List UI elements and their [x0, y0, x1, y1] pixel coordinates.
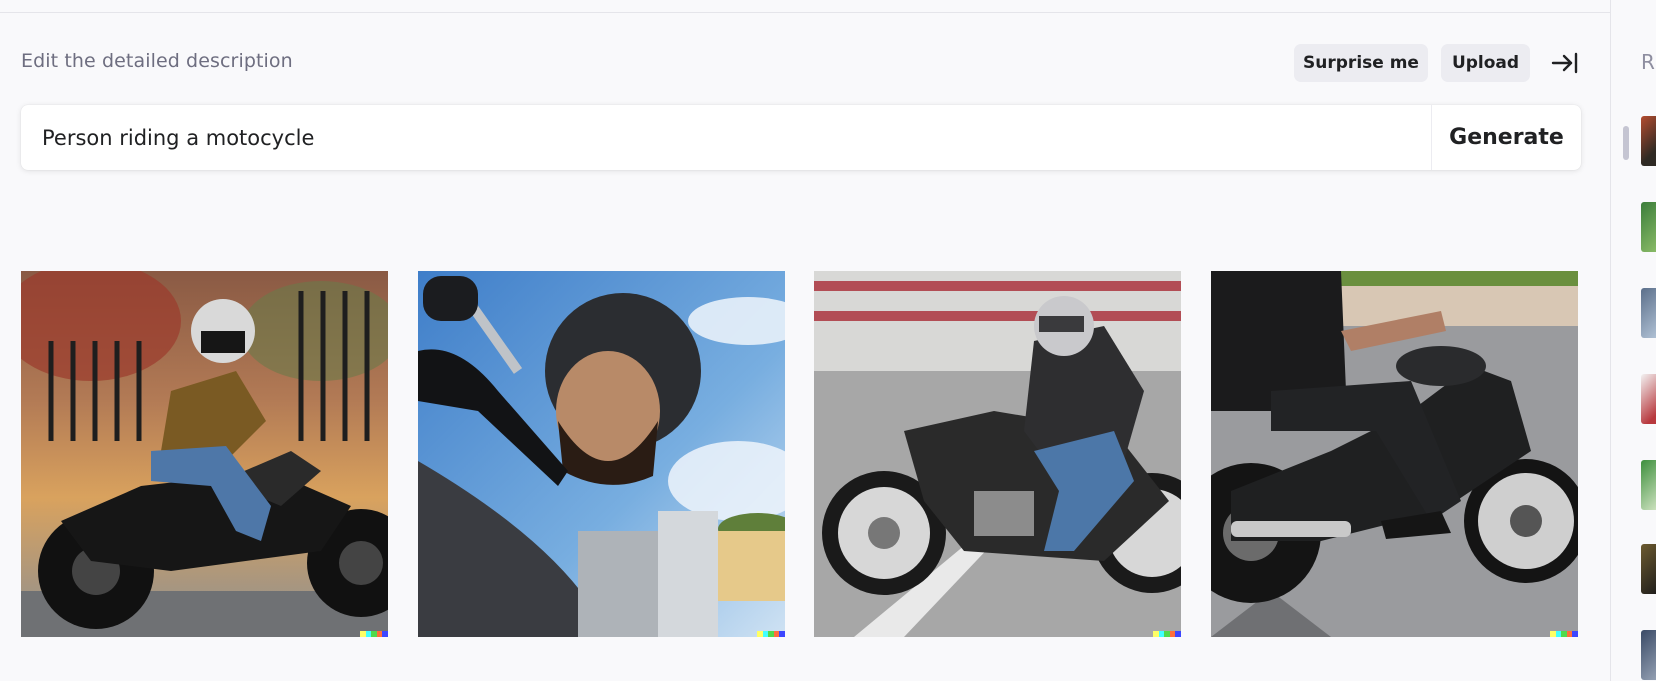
- surprise-me-button[interactable]: Surprise me: [1294, 44, 1428, 82]
- sidebar-scrollbar[interactable]: [1623, 126, 1629, 160]
- collapse-right-icon[interactable]: [1549, 50, 1581, 76]
- result-image-3-art: [814, 271, 1181, 637]
- signature-mark: [1550, 631, 1578, 637]
- history-thumbnail[interactable]: [1641, 374, 1656, 424]
- history-thumbnail[interactable]: [1641, 288, 1656, 338]
- main-panel: Edit the detailed description Surprise m…: [0, 0, 1610, 681]
- result-image-2-art: [418, 271, 785, 637]
- description-label: Edit the detailed description: [21, 50, 293, 72]
- result-image-3[interactable]: [814, 271, 1181, 637]
- result-image-1[interactable]: [21, 271, 388, 637]
- sidebar-heading: R: [1641, 50, 1655, 74]
- signature-mark: [757, 631, 785, 637]
- heading-row: Edit the detailed description Surprise m…: [21, 42, 1581, 82]
- result-image-4-art: [1211, 271, 1578, 637]
- signature-mark: [1153, 631, 1181, 637]
- result-image-4[interactable]: [1211, 271, 1578, 637]
- history-thumbnail[interactable]: [1641, 630, 1656, 680]
- history-thumbnail[interactable]: [1641, 116, 1656, 166]
- prompt-input[interactable]: [21, 105, 1431, 170]
- signature-mark: [360, 631, 388, 637]
- history-thumbnail[interactable]: [1641, 460, 1656, 510]
- history-thumbnail[interactable]: [1641, 544, 1656, 594]
- upload-button[interactable]: Upload: [1441, 44, 1530, 82]
- history-thumbnail[interactable]: [1641, 202, 1656, 252]
- results-grid: [21, 271, 1581, 637]
- result-image-2[interactable]: [418, 271, 785, 637]
- generate-button[interactable]: Generate: [1432, 105, 1581, 170]
- prompt-box: Generate: [21, 105, 1581, 170]
- history-sidebar: R: [1610, 0, 1656, 681]
- result-image-1-art: [21, 271, 388, 637]
